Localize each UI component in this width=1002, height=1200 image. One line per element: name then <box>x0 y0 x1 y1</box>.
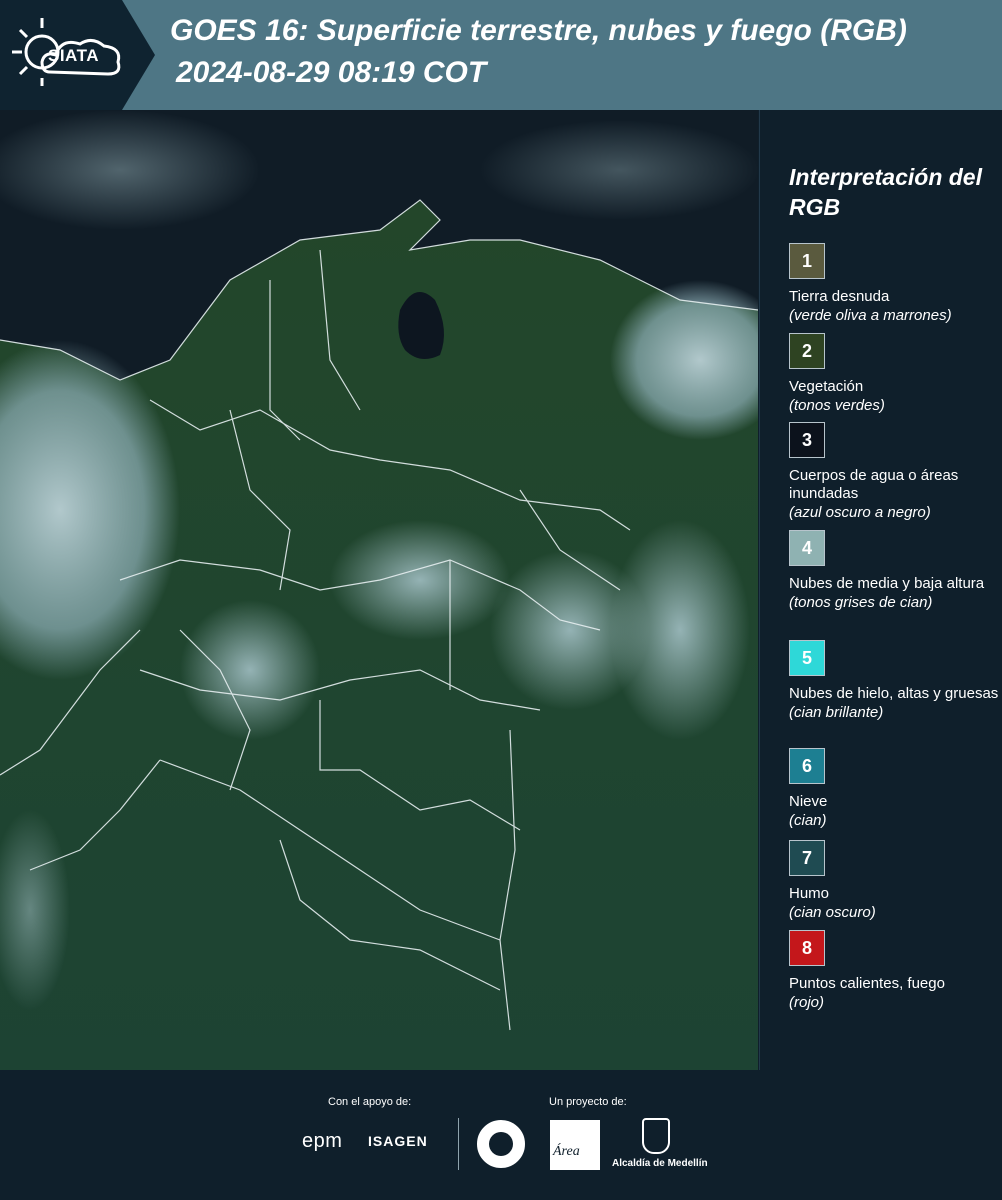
legend-label: Nubes de hielo, altas y gruesas <box>789 685 999 702</box>
legend-label: Nieve <box>789 793 828 810</box>
alcaldia-logo-text: Alcaldía de Medellín <box>612 1158 708 1169</box>
legend-item-fire: 8 Puntos calientes, fuego (rojo) <box>789 930 999 1013</box>
legend-swatch: 8 <box>789 930 825 966</box>
legend-swatch: 4 <box>789 530 825 566</box>
legend-swatch: 1 <box>789 243 825 279</box>
footer: Con el apoyo de: Un proyecto de: epm ISA… <box>0 1070 1002 1200</box>
legend-sub: (cian oscuro) <box>789 904 876 921</box>
map-image <box>0 110 758 1070</box>
legend-panel: Interpretación del RGB 1 Tierra desnuda … <box>759 110 1002 1070</box>
legend-item-snow: 6 Nieve (cian) <box>789 748 999 831</box>
legend-swatch: 5 <box>789 640 825 676</box>
legend-label: Humo <box>789 885 830 902</box>
area-logo-text: Área <box>553 1144 580 1159</box>
legend-item-mid-low-clouds: 4 Nubes de media y baja altura (tonos gr… <box>789 530 999 613</box>
legend-label: Cuerpos de agua o áreas inundadas <box>789 467 959 502</box>
support-label: Con el apoyo de: <box>328 1096 412 1108</box>
legend-sub: (cian brillante) <box>789 704 884 721</box>
legend-swatch: 2 <box>789 333 825 369</box>
legend-item-water: 3 Cuerpos de agua o áreas inundadas (azu… <box>789 422 999 523</box>
legend-sub: (tonos grises de cian) <box>789 594 933 611</box>
legend-swatch: 6 <box>789 748 825 784</box>
epm-logo: epm <box>302 1130 343 1152</box>
legend-item-smoke: 7 Humo (cian oscuro) <box>789 840 999 923</box>
legend-swatch: 3 <box>789 422 825 458</box>
project-label: Un proyecto de: <box>549 1096 627 1108</box>
legend-sub: (tonos verdes) <box>789 397 885 414</box>
page-title: GOES 16: Superficie terrestre, nubes y f… <box>170 14 907 47</box>
logo-text: SIATA <box>48 46 99 65</box>
legend-sub: (verde oliva a marrones) <box>789 307 952 324</box>
legend-item-ice-clouds: 5 Nubes de hielo, altas y gruesas (cian … <box>789 640 999 723</box>
timestamp: 2024-08-29 08:19 COT <box>176 56 487 89</box>
satellite-map <box>0 110 758 1070</box>
legend-swatch: 7 <box>789 840 825 876</box>
legend-sub: (rojo) <box>789 994 825 1011</box>
alcaldia-shield-icon <box>642 1118 670 1154</box>
header-bar: SIATA GOES 16: Superficie terrestre, nub… <box>0 0 1002 110</box>
legend-sub: (azul oscuro a negro) <box>789 504 931 521</box>
legend-label: Vegetación <box>789 378 864 395</box>
legend-label: Puntos calientes, fuego <box>789 975 945 992</box>
legend-label: Tierra desnuda <box>789 288 890 305</box>
legend-title: Interpretación del RGB <box>789 164 982 220</box>
legend-sub: (cian) <box>789 812 827 829</box>
isagen-logo: ISAGEN <box>368 1133 428 1149</box>
legend-item-vegetation: 2 Vegetación (tonos verdes) <box>789 333 999 416</box>
legend-item-bare-land: 1 Tierra desnuda (verde oliva a marrones… <box>789 243 999 326</box>
legend-label: Nubes de media y baja altura <box>789 575 985 592</box>
seal-inner <box>489 1132 513 1156</box>
siata-logo: SIATA <box>0 0 155 110</box>
footer-divider <box>458 1118 459 1170</box>
